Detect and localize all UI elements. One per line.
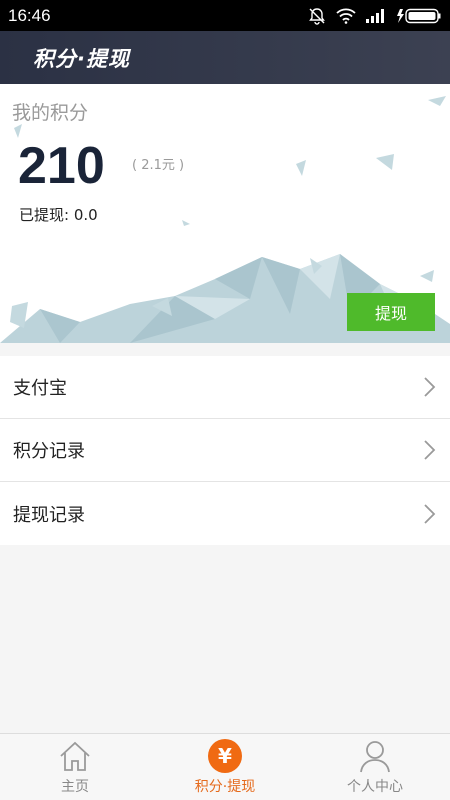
tab-home[interactable]: 主页 bbox=[0, 734, 150, 800]
points-cash-equivalent: ( 2.1元 ) bbox=[132, 158, 185, 173]
chevron-right-icon bbox=[424, 440, 436, 460]
page-title: 积分·提现 bbox=[33, 46, 130, 71]
tab-profile[interactable]: 个人中心 bbox=[300, 734, 450, 800]
chevron-right-icon bbox=[424, 503, 436, 524]
tab-points-withdraw[interactable]: ¥ 积分·提现 bbox=[150, 734, 300, 800]
menu-item-points-record[interactable]: 积分记录 bbox=[0, 419, 450, 482]
points-card: 我的积分 210 ( 2.1元 ) 已提现: 0.0 提现 bbox=[0, 84, 450, 343]
signal-icon bbox=[366, 8, 384, 23]
home-icon bbox=[58, 739, 92, 773]
tab-label: 主页 bbox=[61, 779, 89, 795]
withdrawn-amount: 已提现: 0.0 bbox=[19, 206, 98, 224]
points-label: 我的积分 bbox=[12, 102, 89, 124]
menu-list: 支付宝 积分记录 提现记录 bbox=[0, 356, 450, 545]
bottom-tab-bar: 主页 ¥ 积分·提现 个人中心 bbox=[0, 733, 450, 800]
withdraw-button[interactable]: 提现 bbox=[347, 293, 435, 331]
points-value: 210 bbox=[18, 137, 105, 195]
menu-item-label: 支付宝 bbox=[13, 378, 67, 399]
user-icon bbox=[358, 739, 392, 773]
app-header: 积分·提现 bbox=[0, 31, 450, 84]
menu-item-alipay[interactable]: 支付宝 bbox=[0, 356, 450, 419]
chevron-right-icon bbox=[424, 377, 436, 397]
status-time: 16:46 bbox=[8, 5, 51, 25]
status-icons bbox=[308, 7, 442, 25]
menu-item-label: 提现记录 bbox=[13, 504, 85, 526]
status-bar: 16:46 bbox=[0, 0, 450, 31]
battery-charging-icon bbox=[397, 8, 441, 23]
tab-label: 积分·提现 bbox=[194, 779, 256, 795]
menu-item-label: 积分记录 bbox=[13, 441, 85, 462]
mute-bell-icon bbox=[309, 7, 325, 25]
menu-item-withdraw-record[interactable]: 提现记录 bbox=[0, 482, 450, 545]
yen-icon: ¥ bbox=[208, 739, 242, 773]
tab-label: 个人中心 bbox=[347, 779, 403, 795]
wifi-icon bbox=[336, 8, 356, 24]
